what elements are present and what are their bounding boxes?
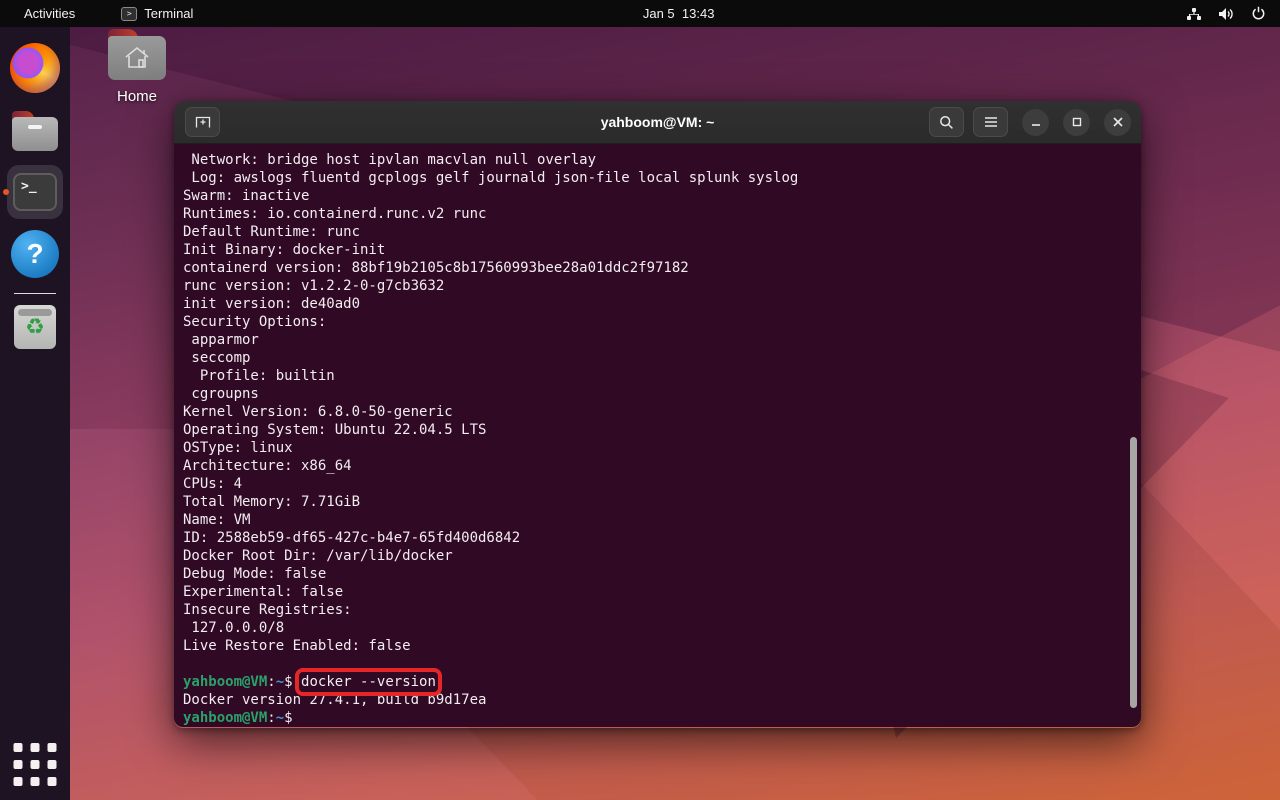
trash-icon: ♻ [14, 305, 56, 349]
terminal-output-line: Debug Mode: false [183, 566, 327, 582]
folder-icon [12, 111, 58, 151]
terminal-output-line: Docker Root Dir: /var/lib/docker [183, 548, 453, 564]
terminal-output-line: Security Options: [183, 314, 327, 330]
terminal-output-line: Runtimes: io.containerd.runc.v2 runc [183, 206, 487, 222]
activities-button[interactable]: Activities [18, 4, 81, 23]
terminal-output-line: Total Memory: 7.71GiB [183, 494, 361, 510]
terminal-icon: >_ [13, 173, 57, 211]
terminal-output-line: seccomp [183, 350, 251, 366]
dock: >_ ? ♻ [0, 27, 70, 800]
maximize-button[interactable] [1063, 108, 1090, 136]
terminal-output-line: Kernel Version: 6.8.0-50-generic [183, 404, 453, 420]
search-button[interactable] [929, 107, 964, 137]
command-text: docker --version [301, 674, 436, 690]
terminal-output-line: 127.0.0.0/8 [183, 620, 285, 636]
terminal-output-line: Network: bridge host ipvlan macvlan null… [183, 152, 597, 168]
running-indicator-dot [3, 189, 9, 195]
dock-item-terminal[interactable]: >_ [0, 161, 70, 223]
terminal-output: Network: bridge host ipvlan macvlan null… [183, 151, 1141, 673]
terminal-output-line: Live Restore Enabled: false [183, 638, 411, 654]
terminal-output-line: Log: awslogs fluentd gcplogs gelf journa… [183, 170, 799, 186]
app-menu-label: Terminal [144, 6, 194, 21]
terminal-window: yahboom@VM: ~ Network: bridge host ipvla… [174, 101, 1141, 728]
terminal-output-line: Operating System: Ubuntu 22.04.5 LTS [183, 422, 487, 438]
new-tab-button[interactable] [185, 107, 220, 137]
dock-item-firefox[interactable] [0, 37, 70, 99]
maximize-icon [1072, 117, 1081, 127]
minimize-icon [1031, 124, 1040, 126]
top-bar: Activities > Terminal Jan 5 13:43 [0, 0, 1280, 27]
terminal-prompt-line: yahboom@VM:~$ [183, 710, 293, 726]
terminal-output-line: apparmor [183, 332, 259, 348]
highlight-box: docker --version [295, 668, 442, 696]
terminal-titlebar[interactable]: yahboom@VM: ~ [174, 101, 1141, 144]
terminal-output-line: cgroupns [183, 386, 259, 402]
terminal-content[interactable]: Network: bridge host ipvlan macvlan null… [174, 144, 1141, 727]
dock-item-files[interactable] [0, 99, 70, 161]
volume-icon [1218, 7, 1235, 21]
firefox-icon [10, 43, 60, 93]
clock[interactable]: Jan 5 13:43 [643, 6, 715, 21]
minimize-button[interactable] [1022, 108, 1049, 136]
terminal-scrollbar[interactable] [1130, 437, 1137, 708]
terminal-output-line: Architecture: x86_64 [183, 458, 352, 474]
menu-icon [984, 117, 997, 127]
terminal-output-line: containerd version: 88bf19b2105c8b175609… [183, 260, 689, 276]
terminal-output-line: Profile: builtin [183, 368, 335, 384]
home-folder-icon [108, 29, 166, 80]
search-icon [940, 115, 953, 129]
new-tab-icon [195, 116, 210, 128]
terminal-output-line: Experimental: false [183, 584, 344, 600]
show-applications-button[interactable] [13, 743, 57, 786]
terminal-output-line: ID: 2588eb59-df65-427c-b4e7-65fd400d6842 [183, 530, 521, 546]
help-icon: ? [11, 230, 59, 278]
command-output-line: Docker version 27.4.1, build b9d17ea [183, 692, 487, 708]
menu-button[interactable] [973, 107, 1008, 137]
desktop-icon-home[interactable]: Home [99, 29, 175, 105]
power-icon [1251, 6, 1266, 21]
terminal-output-line: init version: de40ad0 [183, 296, 361, 312]
app-menu[interactable]: > Terminal [121, 6, 193, 21]
dock-item-trash[interactable]: ♻ [0, 296, 70, 358]
terminal-output-line: CPUs: 4 [183, 476, 243, 492]
dock-divider [14, 293, 56, 294]
terminal-output-line: Insecure Registries: [183, 602, 352, 618]
close-button[interactable] [1104, 108, 1131, 136]
wired-network-icon [1186, 7, 1202, 21]
prompt-path: ~ [275, 710, 285, 726]
desktop-icon-label: Home [116, 88, 157, 105]
terminal-output-line: Name: VM [183, 512, 251, 528]
prompt-path: ~ [275, 674, 285, 690]
prompt-user: yahboom@VM [183, 674, 268, 690]
close-icon [1112, 117, 1123, 127]
prompt-user: yahboom@VM [183, 710, 268, 726]
terminal-prompt-line: yahboom@VM:~$ docker --version [183, 668, 442, 696]
dock-item-help[interactable]: ? [0, 223, 70, 285]
terminal-output-line: OSType: linux [183, 440, 293, 456]
terminal-output-line: runc version: v1.2.2-0-g7cb3632 [183, 278, 445, 294]
system-status-area[interactable] [1186, 6, 1266, 21]
terminal-output-line: Swarm: inactive [183, 188, 310, 204]
terminal-output-line: Init Binary: docker-init [183, 242, 386, 258]
desktop-root: Activities > Terminal Jan 5 13:43 >_ ? ♻… [0, 0, 1280, 800]
terminal-icon: > [121, 6, 138, 21]
terminal-output-line: Default Runtime: runc [183, 224, 361, 240]
